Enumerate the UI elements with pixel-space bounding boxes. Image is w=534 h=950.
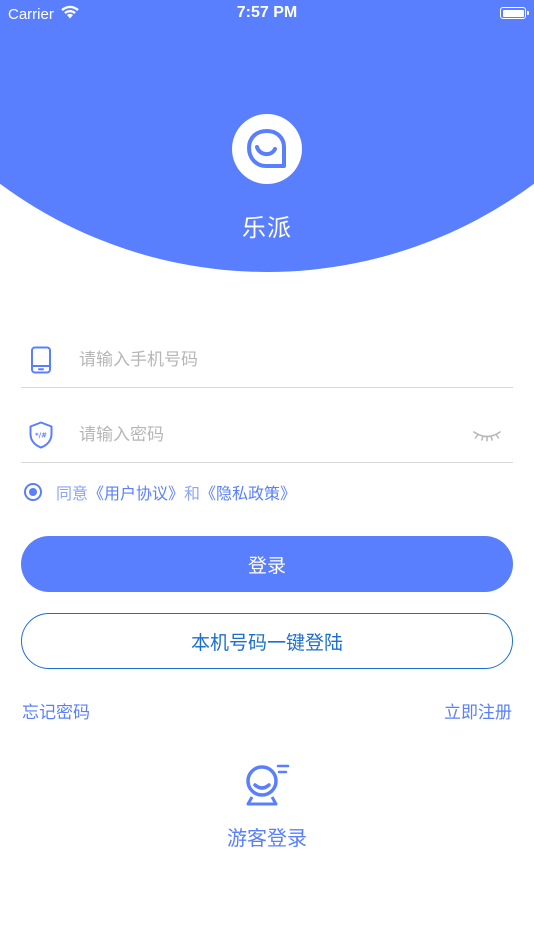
agreement-and: 和	[184, 484, 201, 503]
password-input-row: */#	[21, 407, 513, 463]
status-time: 7:57 PM	[236, 4, 298, 21]
user-agreement-link[interactable]: 《用户协议》	[88, 480, 184, 504]
login-screen: Carrier 7:57 PM 乐派 请输入手机号码 */# 同意 《用户协议》…	[0, 0, 534, 950]
forgot-password-link[interactable]: 忘记密码	[22, 698, 90, 723]
phone-icon	[21, 340, 61, 380]
app-logo	[232, 114, 302, 184]
chat-bag-logo-icon	[247, 129, 286, 168]
guest-login-icon[interactable]	[242, 760, 292, 808]
status-bar: Carrier 7:57 PM	[0, 0, 534, 28]
shield-password-icon: */#	[21, 415, 61, 455]
svg-text:*/#: */#	[35, 431, 47, 439]
privacy-policy-link[interactable]: 《隐私政策》	[200, 480, 296, 504]
login-button[interactable]: 登录	[21, 536, 513, 592]
app-name: 乐派	[242, 214, 292, 242]
battery-icon	[500, 7, 529, 19]
agreement-checkbox[interactable]	[24, 483, 42, 501]
agreement-row: 同意 《用户协议》 和 《隐私政策》	[24, 478, 296, 506]
phone-input-row	[21, 332, 513, 388]
eye-closed-icon[interactable]	[469, 420, 505, 450]
register-link[interactable]: 立即注册	[444, 698, 512, 723]
agreement-prefix: 同意	[56, 484, 89, 503]
guest-login-label[interactable]: 游客登录	[0, 822, 534, 851]
one-key-login-button[interactable]: 本机号码一键登陆	[21, 613, 513, 669]
password-input[interactable]	[77, 413, 469, 456]
phone-input[interactable]	[77, 338, 513, 381]
